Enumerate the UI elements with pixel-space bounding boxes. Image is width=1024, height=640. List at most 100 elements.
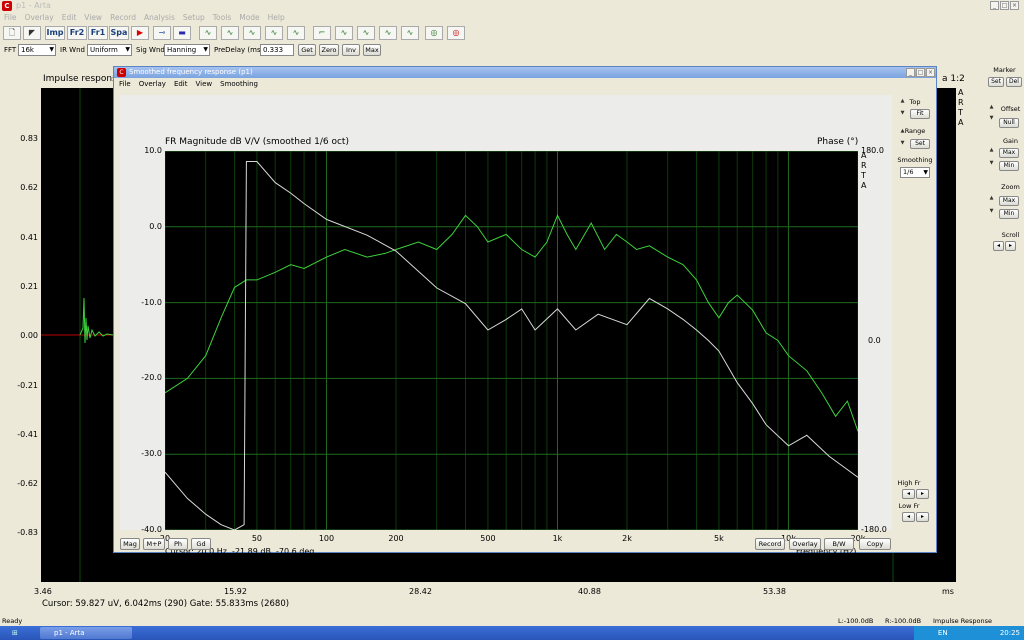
gain-up-icon[interactable]: ▲ bbox=[988, 148, 995, 153]
step-tool-icon[interactable]: ⌐ bbox=[313, 26, 331, 40]
maximize-icon[interactable]: □ bbox=[1000, 1, 1009, 10]
max-button[interactable]: Max bbox=[363, 44, 381, 56]
dialog-menu-overlay[interactable]: Overlay bbox=[139, 80, 166, 88]
record-level-icon[interactable]: ▬ bbox=[173, 26, 191, 40]
minimize-icon[interactable]: _ bbox=[990, 1, 999, 10]
top-down-icon[interactable]: ▼ bbox=[899, 111, 906, 116]
overlay-button[interactable]: Overlay bbox=[789, 538, 821, 550]
menu-tools[interactable]: Tools bbox=[213, 13, 231, 22]
menu-help[interactable]: Help bbox=[268, 13, 285, 22]
dialog-menu-view[interactable]: View bbox=[196, 80, 213, 88]
open-file-icon[interactable]: ◤ bbox=[23, 26, 41, 40]
menu-view[interactable]: View bbox=[84, 13, 102, 22]
minimize-icon[interactable]: _ bbox=[906, 68, 915, 77]
gain-max-button[interactable]: Max bbox=[999, 148, 1019, 158]
mode-fr2-button[interactable]: Fr2 bbox=[67, 26, 87, 40]
dialog-menu-smoothing[interactable]: Smoothing bbox=[220, 80, 258, 88]
mag-phase-button[interactable]: M+P bbox=[143, 538, 165, 550]
param-tool-icon[interactable]: ∿ bbox=[401, 26, 419, 40]
scroll-right-icon[interactable]: ▸ bbox=[1005, 241, 1016, 251]
get-button[interactable]: Get bbox=[298, 44, 316, 56]
zoom-up-icon[interactable]: ▲ bbox=[988, 196, 995, 201]
status-right-level: R:-100.0dB bbox=[885, 617, 922, 625]
new-file-icon[interactable]: 🗋 bbox=[3, 26, 21, 40]
etc-tool-icon[interactable]: ∿ bbox=[335, 26, 353, 40]
ce-tool-icon[interactable]: ∿ bbox=[265, 26, 283, 40]
maximize-icon[interactable]: □ bbox=[916, 68, 925, 77]
fft-select[interactable]: 16k ▼ bbox=[18, 44, 56, 56]
ir-wnd-select[interactable]: Uniform ▼ bbox=[87, 44, 132, 56]
menu-overlay[interactable]: Overlay bbox=[25, 13, 54, 22]
record-button[interactable]: Record bbox=[755, 538, 785, 550]
menu-file[interactable]: File bbox=[4, 13, 17, 22]
low-fr-label: Low Fr bbox=[898, 502, 920, 510]
smoothing-tool-icon[interactable]: ∿ bbox=[243, 26, 261, 40]
dialog-menu-edit[interactable]: Edit bbox=[174, 80, 188, 88]
sti-tool-icon[interactable]: ◎ bbox=[425, 26, 443, 40]
high-fr-left-icon[interactable]: ◂ bbox=[902, 489, 915, 499]
fr-phase-tick-label: 180.0 bbox=[861, 146, 884, 155]
fit-button[interactable]: Fit bbox=[910, 109, 930, 119]
range-down-icon[interactable]: ▼ bbox=[899, 141, 906, 146]
sig-wnd-value: Hanning bbox=[167, 46, 197, 54]
offset-down-icon[interactable]: ▼ bbox=[988, 116, 995, 121]
offset-null-button[interactable]: Null bbox=[999, 118, 1019, 128]
gain-down-icon[interactable]: ▼ bbox=[988, 161, 995, 166]
marker-del-button[interactable]: Del bbox=[1006, 77, 1022, 87]
rasti-tool-icon[interactable]: ◎ bbox=[447, 26, 465, 40]
zero-button[interactable]: Zero bbox=[319, 44, 339, 56]
fr-tool-icon[interactable]: ∿ bbox=[199, 26, 217, 40]
phase-tool-icon[interactable]: ∿ bbox=[287, 26, 305, 40]
group-delay-button[interactable]: Gd bbox=[191, 538, 211, 550]
dialog-window-controls: _ □ × bbox=[906, 68, 935, 77]
inv-button[interactable]: Inv bbox=[342, 44, 360, 56]
low-fr-left-icon[interactable]: ◂ bbox=[902, 512, 915, 522]
phase-button[interactable]: Ph bbox=[168, 538, 188, 550]
offset-up-icon[interactable]: ▲ bbox=[988, 105, 995, 110]
taskbar-item-arta[interactable]: p1 - Arta bbox=[40, 627, 132, 639]
marker-set-button[interactable]: Set bbox=[988, 77, 1004, 87]
ir-wnd-value: Uniform bbox=[90, 46, 118, 54]
low-fr-right-icon[interactable]: ▸ bbox=[916, 512, 929, 522]
taskbar: ⊞ p1 - Arta EN 20:25 bbox=[0, 626, 1024, 640]
menu-analysis[interactable]: Analysis bbox=[144, 13, 175, 22]
predelay-input[interactable]: 0.333 bbox=[260, 44, 294, 56]
mode-imp-button[interactable]: Imp bbox=[45, 26, 65, 40]
sig-wnd-select[interactable]: Hanning ▼ bbox=[164, 44, 210, 56]
spl-tool-icon[interactable]: ∿ bbox=[221, 26, 239, 40]
zoom-max-button[interactable]: Max bbox=[999, 196, 1019, 206]
top-up-icon[interactable]: ▲ bbox=[899, 99, 906, 104]
menu-mode[interactable]: Mode bbox=[239, 13, 259, 22]
scroll-left-icon[interactable]: ◂ bbox=[993, 241, 1004, 251]
high-fr-right-icon[interactable]: ▸ bbox=[916, 489, 929, 499]
zoom-min-button[interactable]: Min bbox=[999, 209, 1019, 219]
mode-fr1-button[interactable]: Fr1 bbox=[88, 26, 108, 40]
generator-icon[interactable]: ⊸ bbox=[153, 26, 171, 40]
dialog-menu-file[interactable]: File bbox=[119, 80, 131, 88]
bw-button[interactable]: B/W bbox=[824, 538, 854, 550]
range-set-button[interactable]: Set bbox=[910, 139, 930, 149]
impulse-cursor-readout: Cursor: 59.827 uV, 6.042ms (290) Gate: 5… bbox=[42, 599, 290, 609]
fft-label: FFT bbox=[4, 46, 17, 54]
menu-setup[interactable]: Setup bbox=[183, 13, 205, 22]
menu-record[interactable]: Record bbox=[110, 13, 136, 22]
range-up-icon[interactable]: ▲ bbox=[899, 129, 906, 134]
decay-tool-icon[interactable]: ∿ bbox=[357, 26, 375, 40]
menu-edit[interactable]: Edit bbox=[62, 13, 77, 22]
mode-spa-button[interactable]: Spa bbox=[109, 26, 129, 40]
impulse-channel-label: a 1:2 bbox=[942, 74, 965, 84]
mag-button[interactable]: Mag bbox=[120, 538, 140, 550]
fr-phase-tick-label: -180.0 bbox=[861, 525, 887, 534]
close-icon[interactable]: × bbox=[926, 68, 935, 77]
smoothing-select[interactable]: 1/6 ▼ bbox=[900, 167, 930, 178]
zoom-down-icon[interactable]: ▼ bbox=[988, 209, 995, 214]
play-icon[interactable]: ▶ bbox=[131, 26, 149, 40]
dialog-title-bar[interactable]: C Smoothed frequency response (p1) _ □ × bbox=[114, 67, 936, 78]
language-indicator[interactable]: EN bbox=[938, 629, 948, 637]
fr-plot-canvas[interactable] bbox=[165, 151, 858, 530]
gain-min-button[interactable]: Min bbox=[999, 161, 1019, 171]
start-icon[interactable]: ⊞ bbox=[12, 628, 26, 638]
rt-tool-icon[interactable]: ∿ bbox=[379, 26, 397, 40]
copy-button[interactable]: Copy bbox=[859, 538, 891, 550]
close-icon[interactable]: × bbox=[1010, 1, 1019, 10]
